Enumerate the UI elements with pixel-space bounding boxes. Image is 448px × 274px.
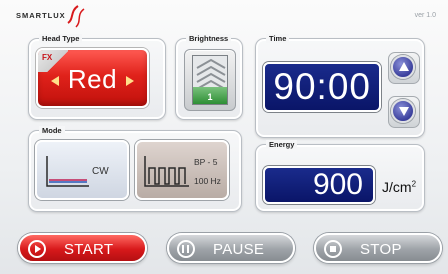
brightness-button[interactable]: 1 (184, 49, 236, 111)
energy-unit: J/cm2 (382, 179, 417, 195)
brightness-indicator: 1 (192, 55, 228, 105)
stop-button[interactable]: STOP (314, 233, 442, 263)
time-title: Time (266, 34, 290, 43)
bp-label: BP - 5 (194, 157, 218, 167)
chevron-stack-icon (196, 58, 226, 90)
swoosh-icon (67, 5, 85, 28)
cw-graph-icon (46, 156, 89, 187)
time-display: 90:00 (263, 62, 381, 112)
energy-title: Energy (266, 140, 298, 149)
fx-label: FX (42, 53, 53, 62)
time-panel: Time 90:00 (255, 34, 425, 138)
stop-label: STOP (360, 241, 402, 258)
time-down-button[interactable] (388, 96, 420, 128)
pulse-graph-icon (144, 156, 189, 187)
head-type-title: Head Type (39, 34, 83, 43)
energy-display: 900 (263, 166, 375, 204)
mode-bp-button[interactable]: BP - 5 100 Hz (135, 140, 229, 200)
pause-label: PAUSE (213, 241, 265, 258)
right-arrow-icon[interactable] (126, 76, 134, 86)
energy-panel: Energy 900 J/cm2 (255, 140, 425, 212)
hz-label: 100 Hz (194, 176, 221, 186)
brightness-title: Brightness (186, 34, 232, 43)
version-label: ver 1.0 (414, 12, 436, 19)
head-type-panel: Head Type FX Red (28, 34, 166, 120)
mode-title: Mode (39, 126, 65, 135)
pause-icon (177, 240, 195, 258)
down-arrow-icon (391, 99, 415, 123)
play-icon (28, 240, 46, 258)
cw-label: CW (92, 166, 109, 177)
top-bar: SMARTLUX ver 1.0 (0, 0, 448, 30)
brightness-level: 1 (207, 92, 213, 102)
up-arrow-icon (391, 55, 415, 79)
brand-logo: SMARTLUX (16, 11, 66, 20)
head-type-button[interactable]: FX Red (36, 48, 149, 108)
mode-cw-button[interactable]: CW (35, 140, 129, 200)
time-up-button[interactable] (388, 52, 420, 84)
brightness-panel: Brightness 1 (175, 34, 243, 120)
start-label: START (64, 241, 114, 258)
start-button[interactable]: START (18, 233, 147, 263)
stop-icon (324, 240, 342, 258)
mode-panel: Mode CW BP - 5 100 Hz (28, 126, 242, 212)
pause-button[interactable]: PAUSE (167, 233, 295, 263)
